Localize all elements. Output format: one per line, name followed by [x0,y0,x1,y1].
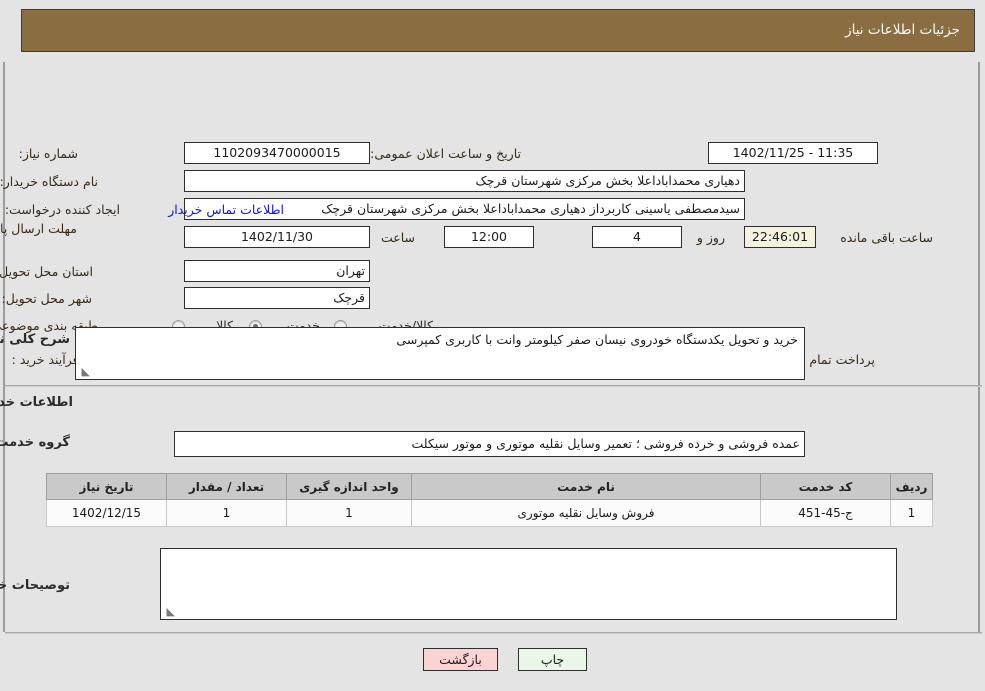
deadline-hour-field[interactable]: 12:00 [445,226,535,248]
resize-handle-icon-notes[interactable]: ◣ [164,606,176,618]
cell-row-no: 1 [891,499,934,527]
table-header-row: ردیف کد خدمت نام خدمت واحد اندازه گیری ت… [47,473,934,500]
back-button[interactable]: بازگشت [424,648,499,671]
deadline-label: مهلت ارسال پاسخ: تا تاریخ: [0,221,78,236]
services-table: ردیف کد خدمت نام خدمت واحد اندازه گیری ت… [47,473,934,527]
announce-field[interactable]: 11:35 - 1402/11/25 [709,142,879,164]
need-number-field[interactable]: 1102093470000015 [185,142,371,164]
buyer-notes-textarea[interactable]: ◣ [161,548,898,620]
service-group-label: گروه خدمت: [0,435,71,450]
col-unit: واحد اندازه گیری [287,473,413,500]
resize-handle-icon[interactable]: ◣ [79,366,91,378]
page-root: AriaTender.net جزئیات اطلاعات نیاز شماره… [0,0,985,691]
deadline-hour-label: ساعت [381,230,416,245]
summary-textarea[interactable]: خرید و تحویل یکدستگاه خودروی نیسان صفر ک… [76,327,806,380]
announce-label: تاریخ و ساعت اعلان عمومی: [371,146,522,161]
summary-text: خرید و تحویل یکدستگاه خودروی نیسان صفر ک… [397,332,799,347]
creator-label: ایجاد کننده درخواست: [5,202,121,217]
province-field[interactable]: تهران [185,260,371,282]
cell-quantity: 1 [167,499,288,527]
remaining-days-field[interactable]: 4 [593,226,683,248]
remaining-days-label: روز و [697,230,726,245]
cell-name: فروش وسایل نقلیه موتوری [412,499,762,527]
col-quantity: تعداد / مقدار [167,473,288,500]
service-group-field[interactable]: عمده فروشی و خرده فروشی ؛ تعمیر وسایل نق… [175,431,806,457]
table-row: 1 ج-45-451 فروش وسایل نقلیه موتوری 1 1 1… [47,499,934,527]
remaining-time-label: ساعت باقی مانده [841,230,934,245]
print-button[interactable]: چاپ [519,648,588,671]
cell-need-date: 1402/12/15 [47,499,168,527]
need-number-label: شماره نیاز: [19,146,79,161]
remaining-time-field: 22:46:01 [745,226,817,248]
col-need-date: تاریخ نیاز [47,473,168,500]
city-label: شهر محل تحویل: [2,291,93,306]
col-code: کد خدمت [761,473,892,500]
buyer-notes-label: توصیحات خریدار: [0,578,71,593]
divider-top [6,385,983,387]
summary-label: شرح کلی نیاز: [0,332,71,347]
buyer-contact-link[interactable]: اطلاعات تماس خریدار [169,202,285,217]
province-label: استان محل تحویل: [0,264,94,279]
services-section-title: اطلاعات خدمات مورد نیاز [0,395,74,410]
cell-code: ج-45-451 [761,499,892,527]
form-frame: شماره نیاز: 1102093470000015 تاریخ و ساع… [0,62,983,634]
col-name: نام خدمت [412,473,762,500]
deadline-date-field[interactable]: 1402/11/30 [185,226,371,248]
page-title: جزئیات اطلاعات نیاز [846,22,961,38]
divider-bottom [6,632,983,634]
cell-unit: 1 [287,499,413,527]
buyer-org-label: نام دستگاه خریدار: [0,174,99,189]
city-field[interactable]: قرچک [185,287,371,309]
col-row-no: ردیف [891,473,934,500]
buyer-org-field[interactable]: دهیاری محمداباداعلا بخش مرکزی شهرستان قر… [185,170,746,192]
page-header: جزئیات اطلاعات نیاز [22,9,976,52]
